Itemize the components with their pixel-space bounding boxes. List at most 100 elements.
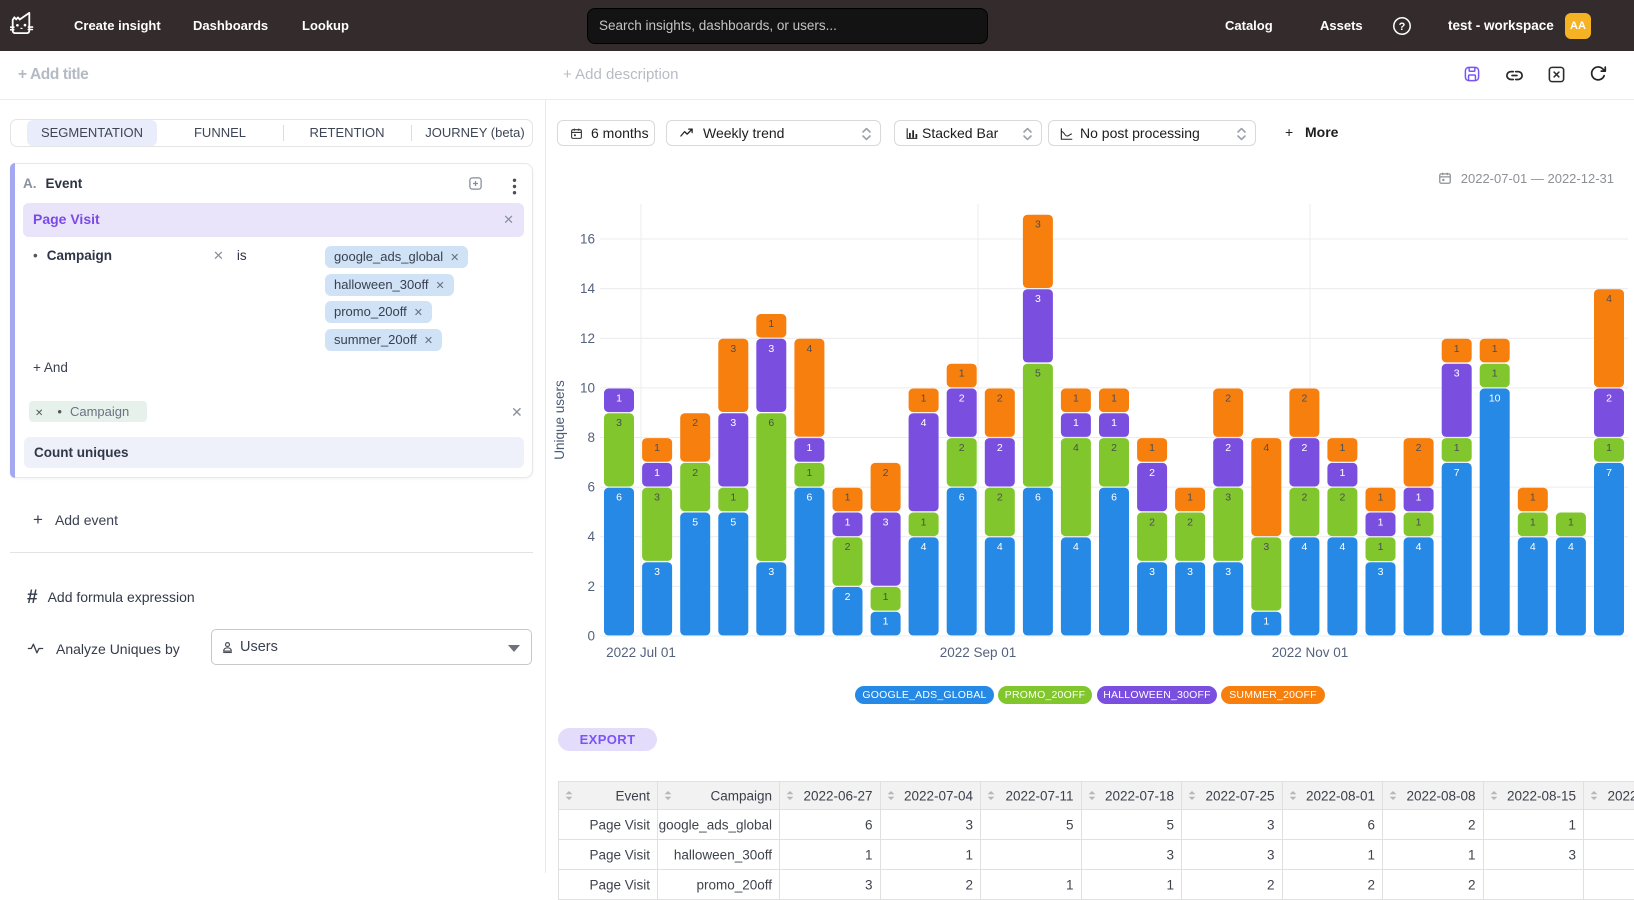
svg-text:6: 6 — [587, 480, 595, 495]
svg-text:3: 3 — [1149, 566, 1155, 578]
svg-text:4: 4 — [921, 541, 927, 553]
svg-text:0: 0 — [587, 629, 595, 644]
svg-text:1: 1 — [1149, 442, 1155, 454]
svg-text:2: 2 — [959, 442, 965, 454]
svg-text:1: 1 — [1416, 492, 1422, 504]
svg-text:4: 4 — [1073, 541, 1079, 553]
svg-text:1: 1 — [921, 392, 927, 404]
svg-text:1: 1 — [1073, 392, 1079, 404]
svg-text:2: 2 — [1301, 392, 1307, 404]
svg-text:2022 Sep 01: 2022 Sep 01 — [940, 645, 1017, 660]
svg-text:6: 6 — [616, 492, 622, 504]
svg-text:3: 3 — [768, 566, 774, 578]
svg-text:4: 4 — [587, 529, 595, 544]
svg-text:1: 1 — [1339, 442, 1345, 454]
svg-text:2: 2 — [997, 492, 1003, 504]
svg-text:3: 3 — [1263, 541, 1269, 553]
svg-text:1: 1 — [1111, 417, 1117, 429]
svg-text:6: 6 — [1111, 492, 1117, 504]
svg-text:Unique users: Unique users — [552, 380, 567, 460]
svg-text:1: 1 — [730, 492, 736, 504]
svg-text:5: 5 — [1035, 368, 1041, 380]
svg-text:2: 2 — [997, 442, 1003, 454]
svg-text:4: 4 — [806, 343, 812, 355]
svg-text:1: 1 — [1378, 541, 1384, 553]
svg-text:10: 10 — [1489, 392, 1501, 404]
svg-text:2: 2 — [1187, 516, 1193, 528]
svg-text:1: 1 — [1263, 616, 1269, 628]
svg-text:1: 1 — [1568, 516, 1574, 528]
svg-text:2: 2 — [1301, 492, 1307, 504]
svg-text:6: 6 — [1035, 492, 1041, 504]
svg-text:7: 7 — [1606, 467, 1612, 479]
svg-text:1: 1 — [959, 368, 965, 380]
svg-text:1: 1 — [883, 591, 889, 603]
svg-text:1: 1 — [1492, 343, 1498, 355]
svg-text:5: 5 — [730, 516, 736, 528]
svg-text:2: 2 — [1339, 492, 1345, 504]
svg-text:1: 1 — [1187, 492, 1193, 504]
svg-text:16: 16 — [580, 232, 595, 247]
svg-text:1: 1 — [806, 467, 812, 479]
svg-text:2: 2 — [1416, 442, 1422, 454]
svg-text:2: 2 — [692, 417, 698, 429]
svg-text:8: 8 — [587, 430, 595, 445]
svg-text:?: ? — [1399, 21, 1406, 33]
svg-text:1: 1 — [845, 516, 851, 528]
svg-text:5: 5 — [692, 516, 698, 528]
svg-text:1: 1 — [1530, 516, 1536, 528]
svg-text:1: 1 — [654, 467, 660, 479]
svg-text:1: 1 — [921, 516, 927, 528]
svg-text:6: 6 — [959, 492, 965, 504]
svg-text:2: 2 — [845, 591, 851, 603]
svg-text:3: 3 — [616, 417, 622, 429]
svg-text:12: 12 — [580, 331, 595, 346]
svg-text:1: 1 — [883, 616, 889, 628]
svg-text:1: 1 — [806, 442, 812, 454]
svg-text:3: 3 — [730, 343, 736, 355]
svg-text:1: 1 — [1454, 343, 1460, 355]
svg-text:1: 1 — [1454, 442, 1460, 454]
svg-text:2: 2 — [1225, 392, 1231, 404]
svg-text:4: 4 — [1530, 541, 1536, 553]
svg-text:2: 2 — [845, 541, 851, 553]
svg-text:4: 4 — [1301, 541, 1307, 553]
svg-text:1: 1 — [1606, 442, 1612, 454]
svg-text:7: 7 — [1454, 467, 1460, 479]
svg-text:3: 3 — [1378, 566, 1384, 578]
svg-text:2: 2 — [587, 579, 595, 594]
svg-text:2: 2 — [883, 467, 889, 479]
svg-text:3: 3 — [654, 492, 660, 504]
svg-text:14: 14 — [580, 281, 596, 296]
svg-text:4: 4 — [1416, 541, 1422, 553]
svg-text:3: 3 — [1035, 219, 1041, 231]
svg-text:6: 6 — [768, 417, 774, 429]
svg-text:3: 3 — [1035, 293, 1041, 305]
svg-text:2: 2 — [1149, 467, 1155, 479]
svg-text:1: 1 — [616, 392, 622, 404]
svg-text:1: 1 — [1416, 516, 1422, 528]
svg-text:4: 4 — [1073, 442, 1079, 454]
svg-text:3: 3 — [1454, 368, 1460, 380]
svg-text:1: 1 — [768, 318, 774, 330]
svg-text:3: 3 — [768, 343, 774, 355]
svg-text:2: 2 — [1301, 442, 1307, 454]
svg-text:2: 2 — [1606, 392, 1612, 404]
svg-text:1: 1 — [1378, 492, 1384, 504]
svg-text:2: 2 — [1149, 516, 1155, 528]
svg-text:1: 1 — [1492, 368, 1498, 380]
svg-text:1: 1 — [1111, 392, 1117, 404]
svg-text:1: 1 — [1073, 417, 1079, 429]
svg-text:2: 2 — [1225, 442, 1231, 454]
svg-text:10: 10 — [580, 380, 595, 395]
svg-text:2022 Nov 01: 2022 Nov 01 — [1272, 645, 1349, 660]
svg-text:2: 2 — [959, 392, 965, 404]
svg-text:1: 1 — [1378, 516, 1384, 528]
svg-text:3: 3 — [1225, 492, 1231, 504]
svg-text:4: 4 — [921, 417, 927, 429]
svg-text:2022 Jul 01: 2022 Jul 01 — [606, 645, 676, 660]
svg-text:4: 4 — [997, 541, 1003, 553]
svg-text:2: 2 — [692, 467, 698, 479]
svg-text:3: 3 — [1187, 566, 1193, 578]
svg-text:4: 4 — [1606, 293, 1612, 305]
